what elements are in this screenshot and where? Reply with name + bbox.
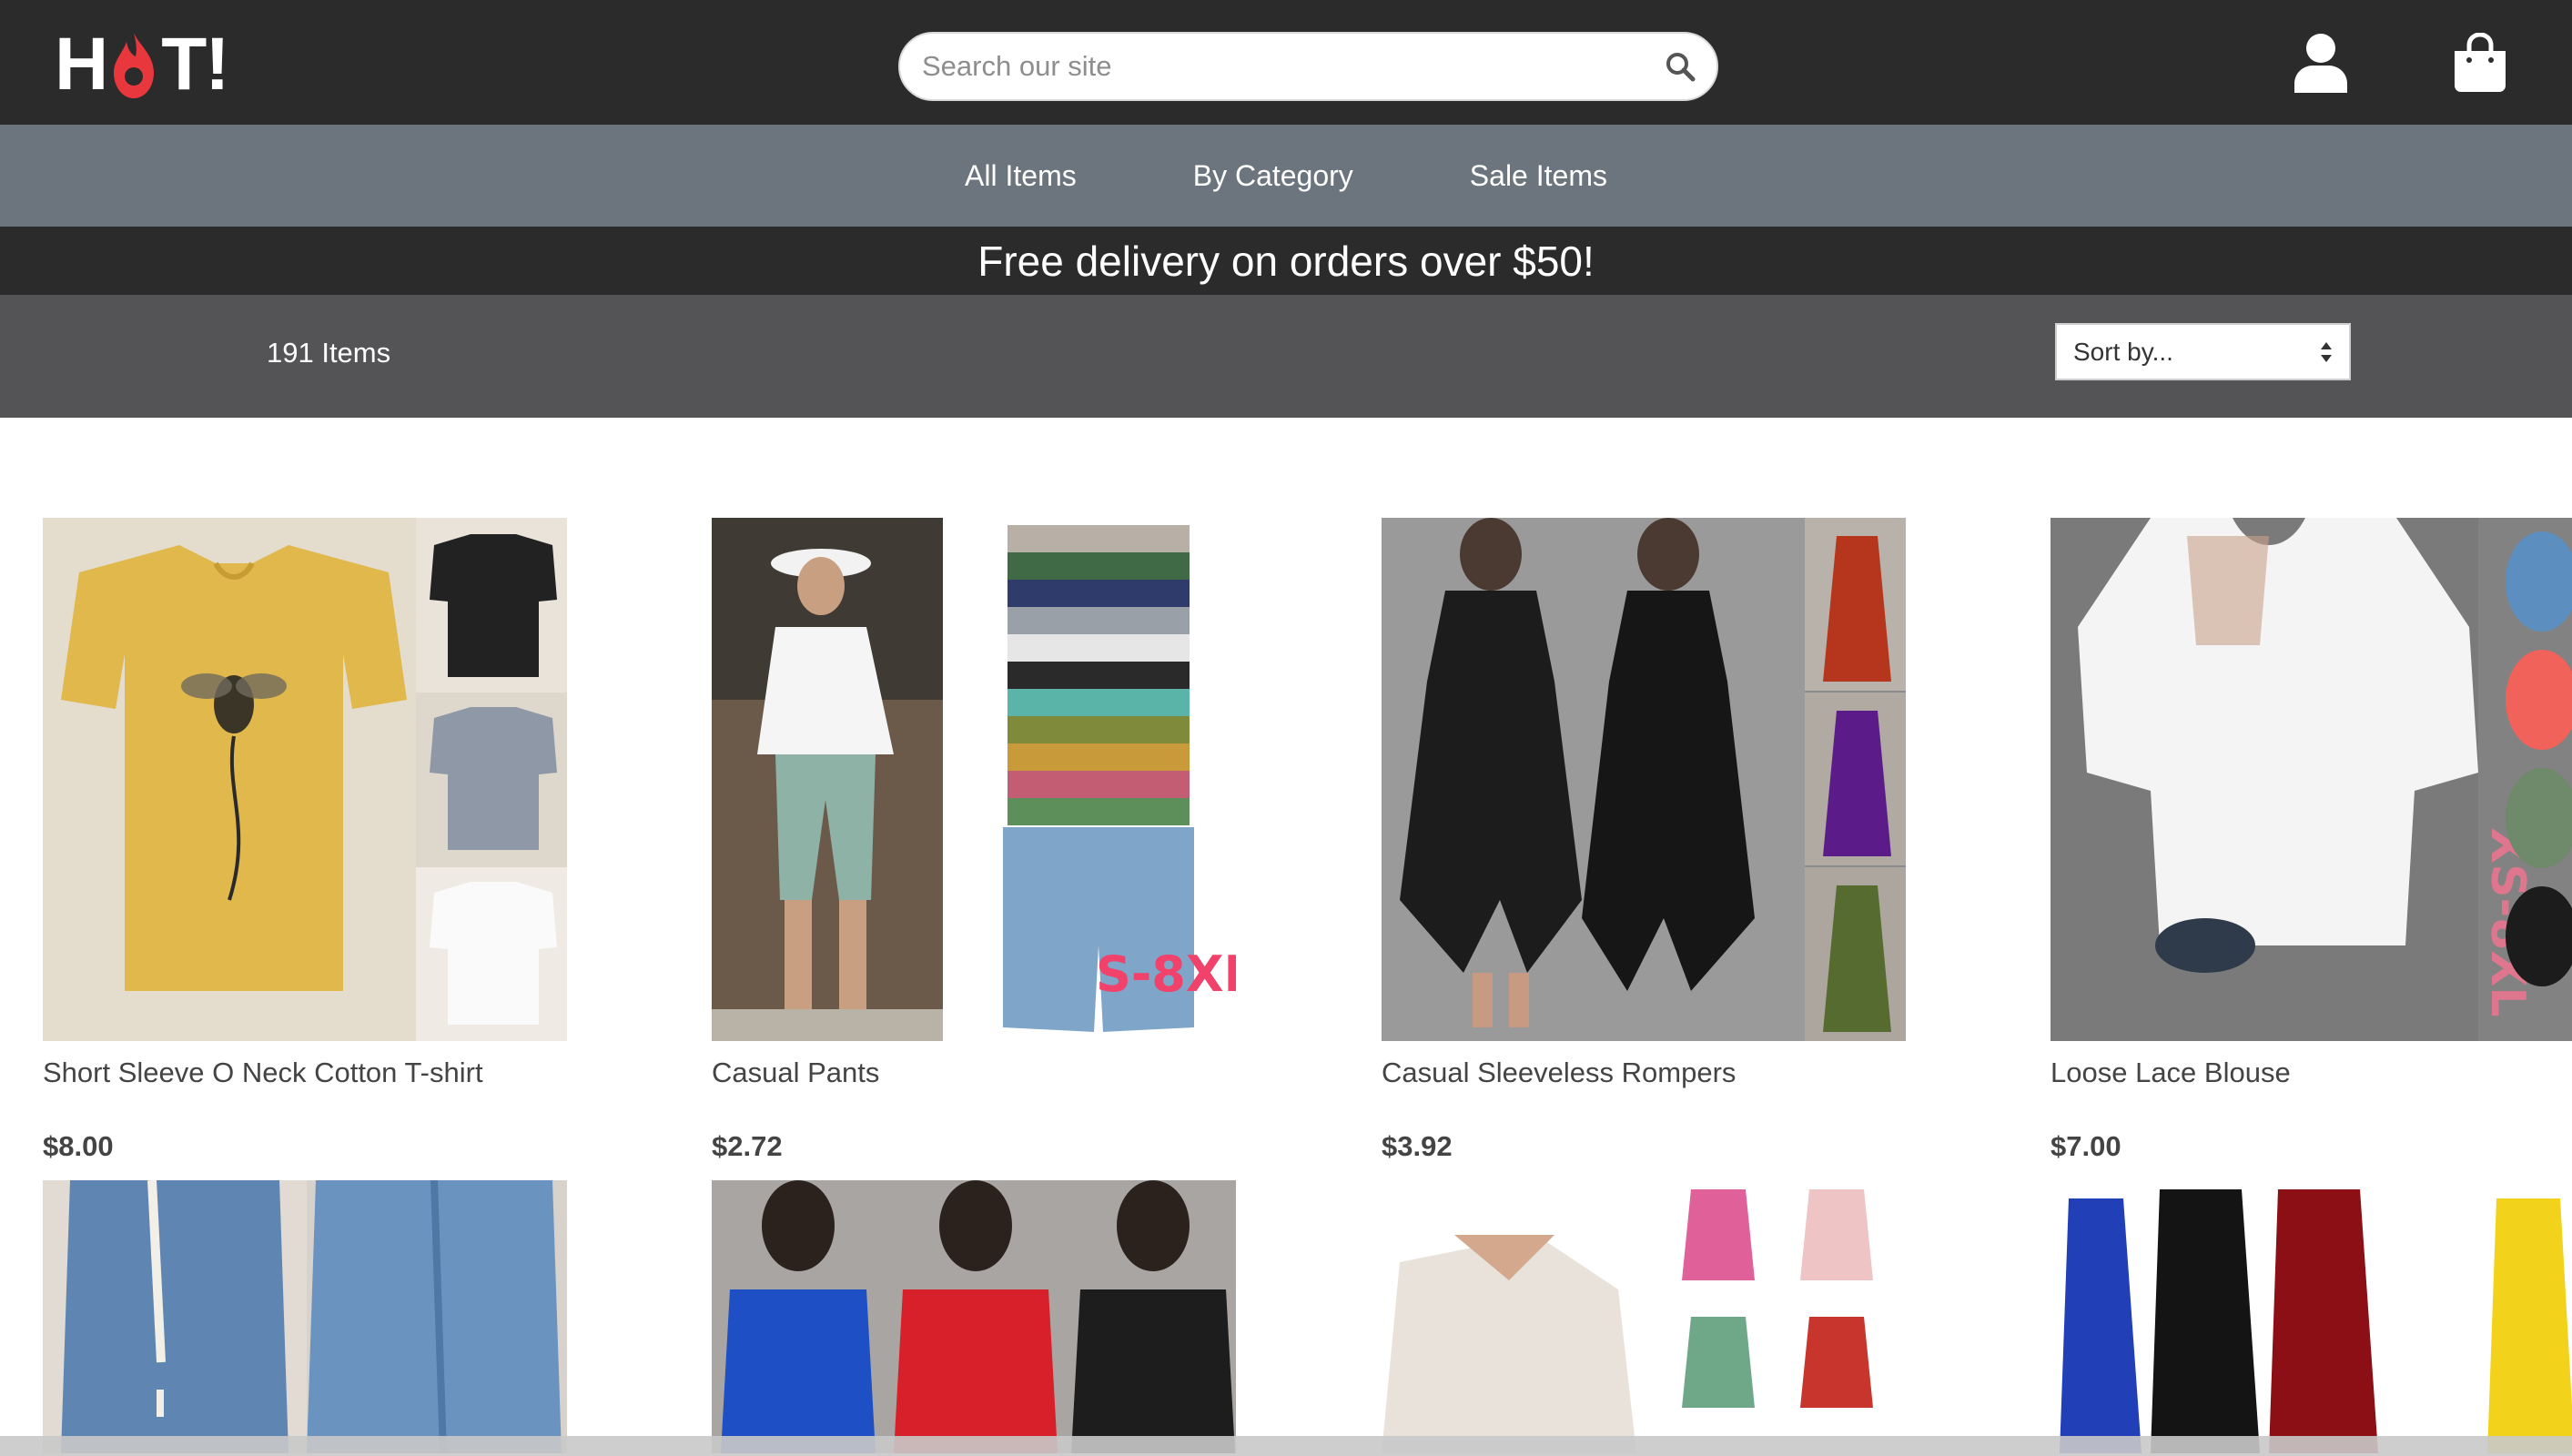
sort-select-value: Sort by...	[2073, 338, 2173, 366]
product-image[interactable]	[712, 1180, 1236, 1453]
nav-by-category[interactable]: By Category	[1193, 159, 1353, 193]
shopping-bag-icon[interactable]	[2453, 33, 2507, 93]
product-image[interactable]	[43, 518, 567, 1041]
search-icon[interactable]	[1664, 50, 1696, 83]
user-account-icon[interactable]	[2293, 33, 2349, 93]
sort-arrows-icon	[2321, 342, 2332, 362]
product-price: $8.00	[43, 1130, 114, 1162]
nav-sale-items[interactable]: Sale Items	[1470, 159, 1607, 193]
product-image[interactable]	[1382, 1180, 1906, 1453]
search-input[interactable]	[922, 34, 1650, 99]
product-image[interactable]: XS-8XL	[2051, 518, 2572, 1041]
nav-all-items[interactable]: All Items	[965, 159, 1077, 193]
main-nav: All Items By Category Sale Items	[0, 125, 2572, 227]
product-price: $2.72	[712, 1130, 783, 1162]
product-name[interactable]: Casual Sleeveless Rompers	[1382, 1057, 1736, 1089]
product-image[interactable]	[1382, 518, 1906, 1041]
site-logo[interactable]: H T!	[55, 23, 230, 106]
promo-banner: Free delivery on orders over $50!	[0, 227, 2572, 295]
product-price: $3.92	[1382, 1130, 1453, 1162]
product-image[interactable]	[43, 1180, 567, 1453]
item-count: 191 Items	[267, 337, 391, 369]
sort-select[interactable]: Sort by...	[2055, 323, 2351, 380]
search-bar	[898, 32, 1718, 101]
product-price: $7.00	[2051, 1130, 2121, 1162]
product-image[interactable]: S-8XL	[712, 518, 1236, 1041]
horizontal-scrollbar[interactable]	[0, 1436, 2572, 1456]
product-name[interactable]: Short Sleeve O Neck Cotton T-shirt	[43, 1057, 483, 1089]
logo-letter-h: H	[55, 23, 108, 106]
flame-icon	[114, 33, 155, 98]
logo-letters-t: T!	[161, 23, 229, 106]
site-header: H T!	[0, 0, 2572, 125]
product-image[interactable]	[2051, 1180, 2572, 1453]
product-name[interactable]: Loose Lace Blouse	[2051, 1057, 2291, 1089]
size-tag: S-8XL	[1096, 945, 1236, 1003]
product-name[interactable]: Casual Pants	[712, 1057, 879, 1089]
